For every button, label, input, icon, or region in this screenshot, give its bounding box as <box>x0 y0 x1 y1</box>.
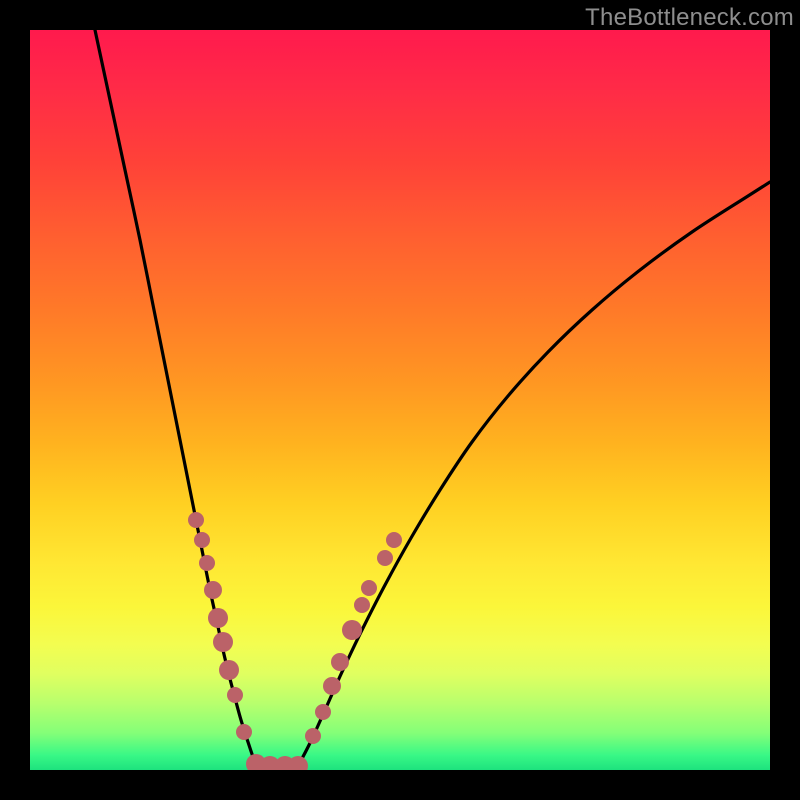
curve-right-branch <box>298 182 770 766</box>
data-dot <box>354 597 370 613</box>
data-dot <box>204 581 222 599</box>
data-dot <box>386 532 402 548</box>
data-dot <box>199 555 215 571</box>
curve-layer <box>30 30 770 770</box>
data-dot <box>323 677 341 695</box>
data-dot <box>227 687 243 703</box>
data-dot <box>236 724 252 740</box>
watermark-text: TheBottleneck.com <box>585 4 794 32</box>
data-dot <box>213 632 233 652</box>
data-dot <box>219 660 239 680</box>
data-dot <box>188 512 204 528</box>
data-dot <box>315 704 331 720</box>
curve-left-branch <box>95 30 256 766</box>
chart-frame: TheBottleneck.com <box>0 0 800 800</box>
data-dot <box>208 608 228 628</box>
data-dot <box>194 532 210 548</box>
data-dot <box>305 728 321 744</box>
data-dot <box>331 653 349 671</box>
data-dot <box>361 580 377 596</box>
scatter-dots <box>188 512 402 770</box>
data-dot <box>342 620 362 640</box>
data-dot <box>377 550 393 566</box>
plot-area <box>30 30 770 770</box>
